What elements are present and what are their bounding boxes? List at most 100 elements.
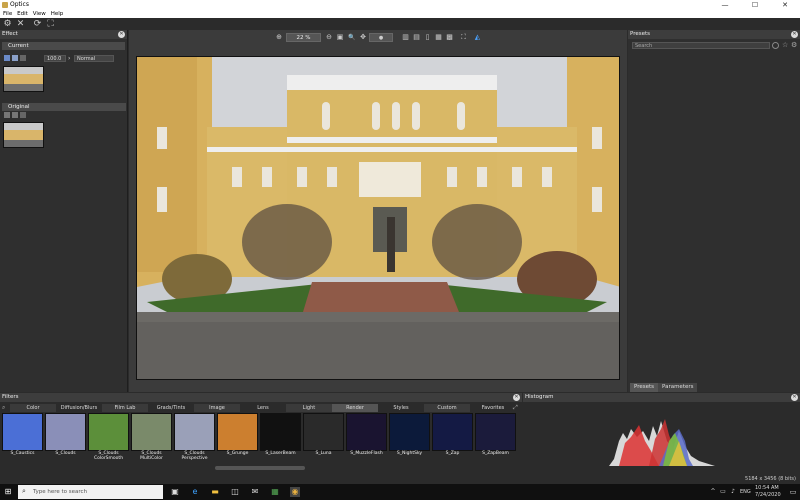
- maximize-button[interactable]: ☐: [740, 0, 770, 10]
- original-thumbnail[interactable]: [3, 122, 44, 148]
- menu-edit[interactable]: Edit: [17, 10, 28, 18]
- brush-icon[interactable]: [20, 112, 26, 118]
- filter-tab-image[interactable]: Image: [194, 404, 240, 412]
- eye-icon[interactable]: [4, 112, 10, 118]
- network-icon[interactable]: ▭: [718, 487, 728, 497]
- photos-icon[interactable]: ▦: [270, 487, 280, 497]
- effect-panel-title: Effect: [2, 31, 18, 37]
- taskbar-search-placeholder: Type here to search: [33, 489, 88, 495]
- presets-panel: Presets ✕ Search ☆ ⚙ Presets Parameters: [628, 30, 800, 392]
- fit-icon[interactable]: ▣: [335, 33, 345, 42]
- store-icon[interactable]: ◫: [230, 487, 240, 497]
- filter-label: S_NightSky: [396, 451, 423, 456]
- filter-tab-color[interactable]: Color: [10, 404, 56, 412]
- menu-view[interactable]: View: [33, 10, 46, 18]
- fullscreen-icon[interactable]: ⛶: [459, 33, 468, 42]
- filter-label: S_ZapBeam: [482, 451, 509, 456]
- status-bar: 5184 x 3456 (8 bits): [0, 474, 800, 484]
- filter-thumbnail[interactable]: [475, 413, 516, 451]
- file-explorer-icon[interactable]: ▬: [210, 487, 220, 497]
- filter-thumbnail[interactable]: [45, 413, 86, 451]
- filter-tab-lens[interactable]: Lens: [240, 404, 286, 412]
- current-thumbnail[interactable]: [3, 66, 44, 92]
- zoom-level-input[interactable]: 22 %: [286, 33, 321, 42]
- filter-thumbnail[interactable]: [260, 413, 301, 451]
- gear-icon[interactable]: ⚙: [2, 19, 13, 29]
- tab-parameters[interactable]: Parameters: [658, 383, 698, 392]
- notification-icon[interactable]: ▭: [788, 487, 798, 497]
- filter-thumbnail[interactable]: [346, 413, 387, 451]
- opacity-input[interactable]: 100.0: [44, 55, 66, 62]
- single-view-icon[interactable]: ▯: [423, 33, 432, 42]
- edge-icon[interactable]: e: [190, 487, 200, 497]
- optics-app-icon[interactable]: ◉: [290, 487, 300, 497]
- search-icon[interactable]: 🔍: [347, 33, 357, 42]
- layer-icon[interactable]: [12, 55, 18, 61]
- search-icon[interactable]: ⌕: [2, 404, 5, 412]
- menu-help[interactable]: Help: [51, 10, 64, 18]
- close-icon[interactable]: ✕: [791, 394, 798, 401]
- star-icon[interactable]: ☆: [782, 41, 788, 49]
- compare-icon[interactable]: ▦: [434, 33, 443, 42]
- split-view-icon[interactable]: ▥: [401, 33, 410, 42]
- close-x-icon[interactable]: ✕: [15, 19, 26, 29]
- filter-thumbnail[interactable]: [174, 413, 215, 451]
- filter-tab-styles[interactable]: Styles: [378, 404, 424, 412]
- language-indicator[interactable]: ENG: [740, 489, 751, 495]
- filter-label: S_Caustics: [10, 451, 35, 456]
- split-horizontal-icon[interactable]: ▤: [412, 33, 421, 42]
- image-info: 5184 x 3456 (8 bits): [745, 476, 796, 482]
- channel-select[interactable]: ●: [369, 33, 393, 42]
- gear-icon[interactable]: ⚙: [791, 41, 797, 49]
- task-view-icon[interactable]: ▣: [170, 487, 180, 497]
- close-button[interactable]: ✕: [770, 0, 800, 10]
- filter-tab-filmlab[interactable]: Film Lab: [102, 404, 148, 412]
- effect-panel-header: Effect ✕: [0, 30, 127, 39]
- filter-tab-favorites[interactable]: Favorites: [470, 404, 516, 412]
- volume-icon[interactable]: ♪: [728, 487, 738, 497]
- filter-tab-render[interactable]: Render: [332, 404, 378, 412]
- filter-thumbnail[interactable]: [303, 413, 344, 451]
- layer-icon[interactable]: [12, 112, 18, 118]
- filter-thumbnail[interactable]: [389, 413, 430, 451]
- refresh-icon[interactable]: ⟳: [32, 19, 43, 29]
- menu-file[interactable]: File: [3, 10, 12, 18]
- close-icon[interactable]: ✕: [513, 394, 520, 401]
- chevron-right-icon[interactable]: ›: [68, 55, 70, 62]
- expand-icon[interactable]: ⤢: [513, 404, 518, 412]
- filter-thumbnail[interactable]: [432, 413, 473, 451]
- filter-tab-diffusion[interactable]: Diffusion/Blurs: [56, 404, 102, 412]
- zoom-in-icon[interactable]: ⊕: [274, 33, 284, 42]
- effect-panel: Effect ✕ Current 100.0 › Normal Original: [0, 30, 128, 392]
- filter-thumbnail[interactable]: [217, 413, 258, 451]
- taskbar-search-box[interactable]: ⌕ Type here to search: [18, 485, 163, 499]
- brush-icon[interactable]: [20, 55, 26, 61]
- tab-presets[interactable]: Presets: [630, 383, 659, 392]
- filter-thumbnail[interactable]: [88, 413, 129, 451]
- close-icon[interactable]: ✕: [791, 31, 798, 38]
- view-toolbar: ⊕ 22 % ⊖ ▣ 🔍 ✥ ● ▥ ▤ ▯ ▦ ▩ ⛶ ◭: [129, 31, 627, 45]
- filter-tab-grads[interactable]: Grads/Tints: [148, 404, 194, 412]
- mail-icon[interactable]: ✉: [250, 487, 260, 497]
- filter-thumbnail[interactable]: [2, 413, 43, 451]
- zoom-out-icon[interactable]: ⊖: [324, 33, 334, 42]
- move-icon[interactable]: ✥: [358, 33, 368, 42]
- blend-mode-select[interactable]: Normal: [74, 55, 114, 62]
- windows-start-icon[interactable]: ⊞: [3, 487, 13, 497]
- filter-thumbnail[interactable]: [131, 413, 172, 451]
- filters-scrollbar[interactable]: [215, 466, 305, 470]
- histogram-toggle-icon[interactable]: ◭: [473, 33, 482, 42]
- filters-panel: Filters ✕ ⌕ Color Diffusion/Blurs Film L…: [0, 393, 522, 474]
- close-icon[interactable]: ✕: [118, 31, 125, 38]
- crop-icon[interactable]: ⛶: [45, 19, 56, 29]
- filter-tab-custom[interactable]: Custom: [424, 404, 470, 412]
- filter-tab-light[interactable]: Light: [286, 404, 332, 412]
- photo-preview[interactable]: [136, 56, 620, 380]
- tray-chevron-icon[interactable]: ^: [708, 487, 718, 497]
- clear-search-icon[interactable]: [772, 42, 779, 49]
- eye-icon[interactable]: [4, 55, 10, 61]
- grid-icon[interactable]: ▩: [445, 33, 454, 42]
- current-label: Current: [8, 43, 29, 49]
- presets-search-input[interactable]: Search: [632, 42, 770, 49]
- minimize-button[interactable]: —: [710, 0, 740, 10]
